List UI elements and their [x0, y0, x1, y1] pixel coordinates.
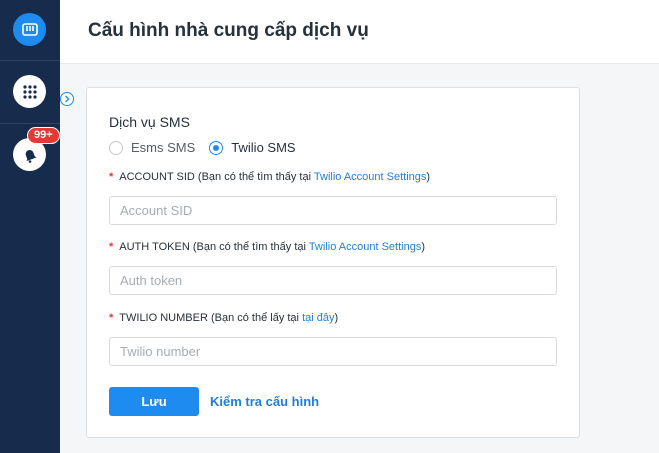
required-asterisk: *: [109, 171, 114, 183]
app-logo-icon[interactable]: [13, 13, 46, 46]
twilio-number-input[interactable]: [109, 337, 557, 366]
radio-label: Twilio SMS: [231, 140, 296, 155]
twilio-settings-link[interactable]: Twilio Account Settings: [309, 241, 422, 253]
radio-button[interactable]: [109, 140, 123, 155]
account-sid-input[interactable]: [109, 196, 557, 225]
page-header: Cấu hình nhà cung cấp dịch vụ: [60, 0, 659, 64]
radio-label: Esms SMS: [131, 140, 196, 155]
chevron-right-icon: [65, 95, 70, 103]
required-asterisk: *: [109, 312, 114, 324]
sms-provider-radio-group: Esms SMS Twilio SMS: [109, 140, 310, 155]
rail-divider: [0, 123, 60, 124]
account-sid-label: * ACCOUNT SID (Bạn có thể tìm thấy tại Tw…: [109, 171, 431, 183]
check-config-link[interactable]: Kiểm tra cấu hình: [210, 394, 319, 409]
section-title: Dịch vụ SMS: [109, 114, 190, 130]
twilio-number-label: * TWILIO NUMBER (Bạn có thể lấy tại tại đ…: [109, 312, 339, 324]
auth-token-label: * AUTH TOKEN (Bạn có thể tìm thấy tại Twi…: [109, 241, 425, 253]
rail-divider: [0, 60, 60, 61]
radio-button[interactable]: [209, 140, 224, 155]
required-asterisk: *: [109, 241, 114, 253]
radio-esms[interactable]: Esms SMS: [109, 140, 195, 155]
notification-badge: 99+: [27, 127, 60, 144]
sms-config-card: Dịch vụ SMS Esms SMS Twilio SMS * ACCOUNT…: [86, 87, 580, 438]
twilio-settings-link[interactable]: Twilio Account Settings: [314, 171, 427, 183]
page-title: Cấu hình nhà cung cấp dịch vụ: [88, 20, 369, 41]
expand-sidebar-button[interactable]: [60, 92, 74, 106]
radio-twilio[interactable]: Twilio SMS: [209, 140, 296, 155]
left-rail: 99+: [0, 0, 60, 453]
auth-token-input[interactable]: [109, 266, 557, 295]
apps-grid-icon[interactable]: [13, 75, 46, 108]
here-link[interactable]: tại đây: [302, 312, 334, 324]
save-button[interactable]: Lưu: [109, 387, 199, 416]
